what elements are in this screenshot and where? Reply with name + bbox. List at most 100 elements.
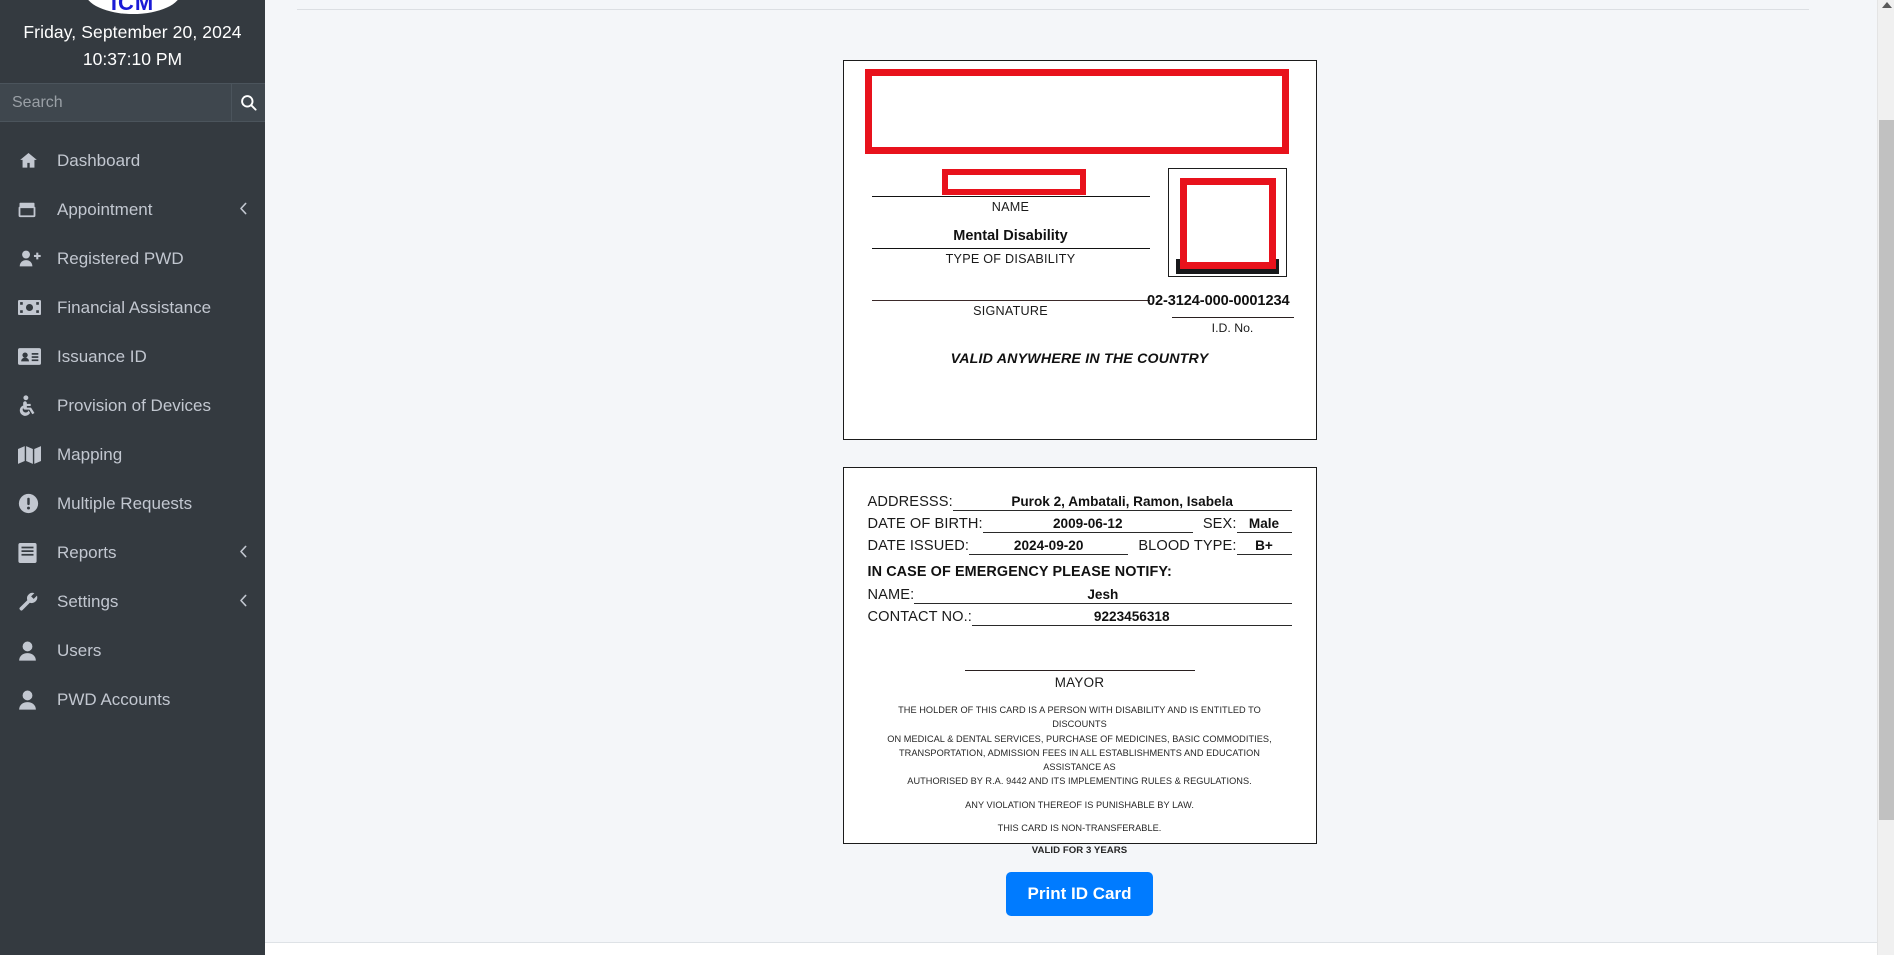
fineprint-line-1: THE HOLDER OF THIS CARD IS A PERSON WITH… xyxy=(898,705,1261,730)
issued-blood-row: DATE ISSUED: 2024-09-20 BLOOD TYPE: B+ xyxy=(868,538,1292,555)
chevron-left-icon[interactable] xyxy=(238,543,249,563)
wheelchair-icon xyxy=(18,395,48,417)
brand-logo[interactable]: ICM xyxy=(0,0,265,14)
sidebar-item-label: Dashboard xyxy=(57,150,141,170)
sidebar-item-settings[interactable]: Settings xyxy=(6,577,259,626)
app-root: ICM Friday, September 20, 2024 10:37:10 … xyxy=(0,0,1894,955)
sidebar-item-pwd-accounts[interactable]: PWD Accounts xyxy=(6,675,259,724)
sidebar-item-label: Issuance ID xyxy=(57,346,147,366)
print-id-card-button[interactable]: Print ID Card xyxy=(1005,872,1154,916)
search-icon xyxy=(241,95,257,111)
date-issued-value: 2024-09-20 xyxy=(968,538,1129,555)
scrollbar-thumb[interactable] xyxy=(1879,120,1894,820)
id-card-front-inner: NAME Mental Disability TYPE OF DISABILIT… xyxy=(844,61,1316,439)
sidebar-search xyxy=(0,83,265,122)
emergency-contact-label: CONTACT NO.: xyxy=(867,609,972,625)
sidebar-nav: Dashboard Appointment Registered PWD Fin… xyxy=(0,136,265,724)
id-card-back: ADDRESSS: Purok 2, Ambatali, Ramon, Isab… xyxy=(842,467,1317,856)
address-label: ADDRESSS: xyxy=(867,494,953,510)
chevron-left-icon[interactable] xyxy=(238,200,249,220)
mayor-caption: MAYOR xyxy=(1054,675,1105,690)
home-icon xyxy=(18,150,48,172)
fineprint-line-4: AUTHORISED BY R.A. 9442 AND ITS IMPLEMEN… xyxy=(907,776,1252,787)
sidebar-item-label: Provision of Devices xyxy=(57,395,212,415)
sex-label: SEX: xyxy=(1202,516,1237,532)
book-icon xyxy=(18,542,48,564)
name-redaction-box xyxy=(941,169,1086,195)
sidebar-item-mapping[interactable]: Mapping xyxy=(6,430,259,479)
id-number-line xyxy=(1171,317,1294,318)
sidebar-item-label: Reports xyxy=(57,542,117,562)
sidebar-item-reports[interactable]: Reports xyxy=(6,528,259,577)
map-icon xyxy=(18,444,48,466)
wrench-icon xyxy=(18,591,48,613)
emergency-contact-value: 9223456318 xyxy=(971,609,1292,626)
disability-caption: TYPE OF DISABILITY xyxy=(945,252,1076,266)
sidebar-date: Friday, September 20, 2024 xyxy=(23,22,242,42)
sidebar-item-label: Settings xyxy=(57,591,119,611)
sidebar-item-multiple-requests[interactable]: Multiple Requests xyxy=(6,479,259,528)
sidebar-item-financial-assistance[interactable]: Financial Assistance xyxy=(6,283,259,332)
disability-field-line: Mental Disability xyxy=(871,223,1150,249)
user-icon xyxy=(18,640,48,662)
address-value: Purok 2, Ambatali, Ramon, Isabela xyxy=(952,494,1292,511)
logo-oval-text: ICM xyxy=(84,0,181,14)
sidebar-item-dashboard[interactable]: Dashboard xyxy=(6,136,259,185)
fineprint-line-5: ANY VIOLATION THEREOF IS PUNISHABLE BY L… xyxy=(965,799,1194,810)
sidebar-item-label: Registered PWD xyxy=(57,248,184,268)
content-area: NAME Mental Disability TYPE OF DISABILIT… xyxy=(265,0,1894,916)
id-number-value: 02-3124-000-0001234 xyxy=(1146,293,1290,309)
id-card-preview: NAME Mental Disability TYPE OF DISABILIT… xyxy=(265,60,1894,916)
fineprint-block: THE HOLDER OF THIS CARD IS A PERSON WITH… xyxy=(868,703,1292,859)
emergency-name-value: Jesh xyxy=(914,587,1292,604)
sidebar-item-provision-of-devices[interactable]: Provision of Devices xyxy=(6,381,259,430)
emergency-contact-row: CONTACT NO.: 9223456318 xyxy=(868,609,1292,626)
sidebar: ICM Friday, September 20, 2024 10:37:10 … xyxy=(0,0,265,955)
header-redaction-box xyxy=(864,69,1289,154)
sidebar-item-registered-pwd[interactable]: Registered PWD xyxy=(6,234,259,283)
signature-value xyxy=(872,275,1150,301)
money-bill-icon xyxy=(18,297,48,319)
chevron-left-icon[interactable] xyxy=(238,592,249,612)
sidebar-item-label: Appointment xyxy=(57,199,153,219)
date-issued-label: DATE ISSUED: xyxy=(867,538,969,554)
sidebar-item-label: PWD Accounts xyxy=(57,689,171,709)
signature-caption: SIGNATURE xyxy=(973,304,1048,318)
dob-label: DATE OF BIRTH: xyxy=(867,516,983,532)
footer xyxy=(265,943,1894,955)
sidebar-item-label: Multiple Requests xyxy=(57,493,193,513)
fineprint-line-6: THIS CARD IS NON-TRANSFERABLE. xyxy=(997,822,1162,833)
sidebar-item-label: Mapping xyxy=(57,444,123,464)
disability-type-value: Mental Disability xyxy=(953,228,1068,244)
sidebar-item-appointment[interactable]: Appointment xyxy=(6,185,259,234)
sidebar-item-issuance-id[interactable]: Issuance ID xyxy=(6,332,259,381)
emergency-name-label: NAME: xyxy=(867,587,915,603)
sidebar-item-label: Users xyxy=(57,640,102,660)
sidebar-time: 10:37:10 PM xyxy=(82,49,183,69)
fineprint-line-7: VALID FOR 3 YEARS xyxy=(1031,845,1128,856)
page-scrollbar[interactable] xyxy=(1877,0,1894,955)
user-icon xyxy=(18,689,48,711)
sidebar-item-label: Financial Assistance xyxy=(57,297,212,317)
photo-redaction-box xyxy=(1179,178,1276,269)
dob-value: 2009-06-12 xyxy=(982,516,1193,533)
user-plus-icon xyxy=(18,248,48,270)
id-card-front: NAME Mental Disability TYPE OF DISABILIT… xyxy=(842,60,1317,440)
scroll-up-arrow-icon[interactable] xyxy=(1882,2,1892,8)
signature-field-line xyxy=(871,275,1150,301)
blood-type-value: B+ xyxy=(1236,538,1292,555)
validity-note: VALID ANYWHERE IN THE COUNTRY xyxy=(950,351,1209,367)
search-input[interactable] xyxy=(0,84,232,121)
fineprint-line-2: ON MEDICAL & DENTAL SERVICES, PURCHASE O… xyxy=(887,733,1272,744)
exclamation-circle-icon xyxy=(18,493,48,515)
emergency-heading: IN CASE OF EMERGENCY PLEASE NOTIFY: xyxy=(867,564,1172,580)
search-button[interactable] xyxy=(232,84,265,121)
sidebar-item-users[interactable]: Users xyxy=(6,626,259,675)
emergency-name-row: NAME: Jesh xyxy=(868,587,1292,604)
id-card-icon xyxy=(18,346,48,368)
address-row: ADDRESSS: Purok 2, Ambatali, Ramon, Isab… xyxy=(868,494,1292,511)
photo-frame xyxy=(1167,168,1287,277)
name-caption: NAME xyxy=(991,200,1030,214)
dob-sex-row: DATE OF BIRTH: 2009-06-12 SEX: Male xyxy=(868,516,1292,533)
fineprint-line-3: TRANSPORTATION, ADMISSION FEES IN ALL ES… xyxy=(899,747,1260,772)
